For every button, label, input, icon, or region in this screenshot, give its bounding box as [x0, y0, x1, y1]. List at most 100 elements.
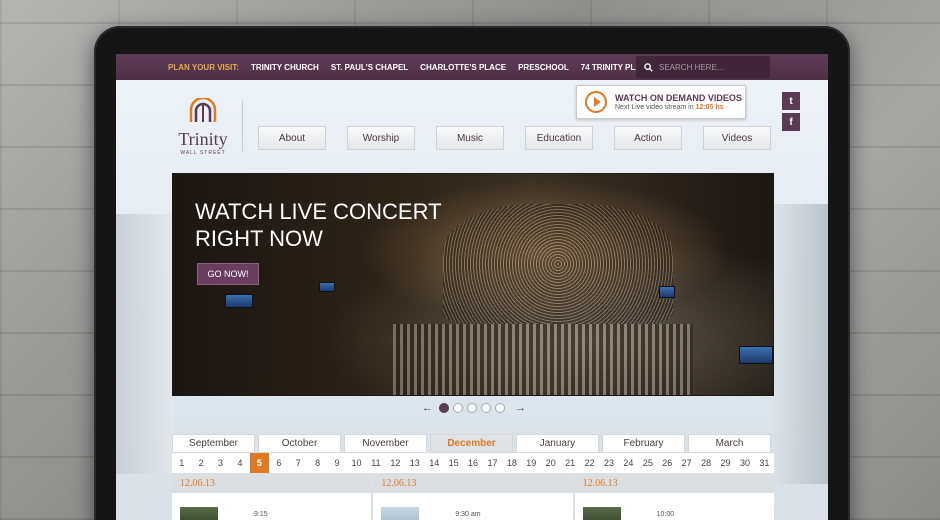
search-icon[interactable] [644, 62, 653, 72]
calendar-month-tabs: September October November December January F… [172, 434, 774, 453]
day-cell[interactable]: 1 [172, 453, 191, 473]
hero-banner: WATCH LIVE CONCERT RIGHT NOW GO NOW! [172, 173, 774, 396]
top-navigation-bar: PLAN YOUR VISIT: TRINITY CHURCH ST. PAUL… [116, 54, 828, 80]
nav-worship[interactable]: Worship [347, 126, 415, 150]
website-screen: PLAN YOUR VISIT: TRINITY CHURCH ST. PAUL… [116, 54, 828, 520]
topbar-link-preschool[interactable]: PRESCHOOL [518, 63, 569, 72]
day-cell[interactable]: 12 [386, 453, 405, 473]
day-cell[interactable]: 5 [249, 453, 270, 473]
day-cell[interactable]: 19 [522, 453, 541, 473]
watch-title: WATCH ON DEMAND VIDEOS [615, 93, 742, 103]
month-tab-october[interactable]: October [258, 434, 341, 453]
event-date: 12.06.13 [172, 473, 372, 493]
screen-decoration [659, 286, 675, 298]
main-navigation: About Worship Music Education Action Vid… [258, 126, 792, 150]
calendar-day-row: 1 2 3 4 5 6 7 8 9 10 11 12 13 14 15 16 17 18 19 20 21 22 23 24 2… [172, 453, 774, 473]
event-column[interactable]: 12.06.13 10:00 [574, 473, 774, 520]
event-time: 9:15 [254, 511, 268, 518]
logo-wordmark: Trinity [178, 129, 228, 149]
day-cell[interactable]: 18 [502, 453, 521, 473]
orchestra-image [393, 324, 693, 395]
day-cell[interactable]: 24 [619, 453, 638, 473]
month-tab-december[interactable]: December [430, 434, 513, 453]
building-right-decoration [772, 204, 828, 484]
day-cell[interactable]: 17 [483, 453, 502, 473]
day-cell[interactable]: 26 [658, 453, 677, 473]
day-cell[interactable]: 20 [541, 453, 560, 473]
day-cell[interactable]: 27 [677, 453, 696, 473]
day-cell[interactable]: 21 [560, 453, 579, 473]
day-cell[interactable]: 7 [289, 453, 308, 473]
event-date: 12.06.13 [574, 473, 774, 493]
month-tab-january[interactable]: January [516, 434, 599, 453]
slider-controls: ← → [416, 402, 532, 414]
month-tab-november[interactable]: November [344, 434, 427, 453]
slider-next-arrow-icon[interactable]: → [515, 402, 526, 414]
trinity-logo[interactable]: Trinity WALL STREET [168, 96, 238, 156]
day-cell[interactable]: 15 [444, 453, 463, 473]
day-cell[interactable]: 25 [638, 453, 657, 473]
event-columns: 12.06.13 9:15 12.06.13 9:30 am 12.06.13 … [172, 473, 774, 520]
next-stream-text: Next Live video stream in 12:05 hs [615, 104, 724, 111]
arch-logo-icon [189, 96, 217, 122]
event-thumbnail [582, 507, 621, 520]
day-cell[interactable]: 6 [269, 453, 288, 473]
slider-prev-arrow-icon[interactable]: ← [422, 402, 433, 414]
choir-image [443, 204, 673, 324]
nav-education[interactable]: Education [525, 126, 593, 150]
twitter-icon[interactable]: t [782, 92, 800, 110]
topbar-link-trinity-church[interactable]: TRINITY CHURCH [251, 63, 319, 72]
screen-decoration [739, 346, 773, 364]
nav-action[interactable]: Action [614, 126, 682, 150]
nav-videos[interactable]: Videos [703, 126, 771, 150]
slider-dot[interactable] [467, 403, 477, 413]
day-cell[interactable]: 30 [735, 453, 754, 473]
topbar-link-st-pauls-chapel[interactable]: ST. PAUL'S CHAPEL [331, 63, 408, 72]
day-cell[interactable]: 28 [696, 453, 715, 473]
search-box [636, 56, 770, 78]
day-cell[interactable]: 23 [599, 453, 618, 473]
event-column[interactable]: 12.06.13 9:30 am [373, 473, 573, 520]
month-tab-february[interactable]: February [602, 434, 685, 453]
month-tab-march[interactable]: March [688, 434, 771, 453]
hero-title: WATCH LIVE CONCERT RIGHT NOW [195, 199, 442, 251]
plan-your-visit-label: PLAN YOUR VISIT: [168, 62, 239, 72]
play-icon [585, 91, 607, 113]
search-input[interactable] [659, 62, 759, 72]
day-cell[interactable]: 11 [366, 453, 385, 473]
building-left-decoration [116, 214, 174, 474]
event-thumbnail [180, 507, 218, 520]
event-thumbnail [381, 507, 420, 520]
day-cell[interactable]: 3 [211, 453, 230, 473]
day-cell[interactable]: 29 [716, 453, 735, 473]
day-cell[interactable]: 16 [463, 453, 482, 473]
watch-on-demand-box[interactable]: WATCH ON DEMAND VIDEOS Next Live video s… [576, 85, 746, 119]
slider-dot[interactable] [495, 403, 505, 413]
nav-music[interactable]: Music [436, 126, 504, 150]
laptop-frame: PLAN YOUR VISIT: TRINITY CHURCH ST. PAUL… [94, 26, 850, 520]
logo-subtitle: WALL STREET [180, 150, 226, 156]
logo-divider [242, 100, 243, 152]
slider-dot[interactable] [439, 403, 449, 413]
screen-decoration [225, 294, 253, 308]
screen-decoration [319, 282, 335, 292]
day-cell[interactable]: 9 [327, 453, 346, 473]
slider-dot[interactable] [481, 403, 491, 413]
day-cell[interactable]: 14 [424, 453, 443, 473]
go-now-button[interactable]: GO NOW! [197, 263, 259, 285]
day-cell[interactable]: 2 [191, 453, 210, 473]
day-cell[interactable]: 22 [580, 453, 599, 473]
event-time: 9:30 am [455, 511, 481, 518]
event-date: 12.06.13 [373, 473, 573, 493]
stream-time: 12:05 hs [695, 104, 724, 111]
day-cell[interactable]: 31 [755, 453, 774, 473]
month-tab-september[interactable]: September [172, 434, 255, 453]
day-cell[interactable]: 13 [405, 453, 424, 473]
day-cell[interactable]: 4 [230, 453, 249, 473]
nav-about[interactable]: About [258, 126, 326, 150]
event-column[interactable]: 12.06.13 9:15 [172, 473, 372, 520]
day-cell[interactable]: 8 [308, 453, 327, 473]
topbar-link-charlottes-place[interactable]: CHARLOTTE'S PLACE [420, 63, 506, 72]
slider-dot[interactable] [453, 403, 463, 413]
day-cell[interactable]: 10 [347, 453, 366, 473]
